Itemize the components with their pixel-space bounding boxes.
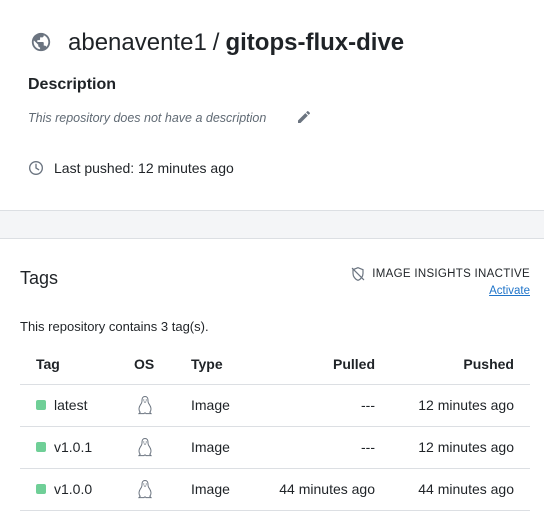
pushed-cell: 12 minutes ago [375, 384, 530, 427]
type-cell: Image [191, 426, 263, 469]
tag-cell: latest [20, 384, 118, 427]
column-header-os: OS [118, 344, 191, 385]
tag-cell: v1.0.1 [20, 426, 118, 469]
tags-table: Tag OS Type Pulled Pushed latest Image -… [20, 344, 530, 511]
os-cell [118, 468, 191, 511]
tag-name[interactable]: v1.0.1 [54, 439, 92, 455]
tag-name[interactable]: latest [54, 397, 87, 413]
repo-name: gitops-flux-dive [225, 29, 405, 56]
tags-heading: Tags [20, 268, 59, 288]
tag-name[interactable]: v1.0.0 [54, 481, 92, 497]
tag-count-text: This repository contains 3 tag(s). [20, 319, 209, 334]
pushed-cell: 12 minutes ago [375, 426, 530, 469]
edit-pencil-icon[interactable] [296, 109, 312, 125]
repository-header: abenavente1/gitops-flux-dive Description… [0, 0, 544, 211]
description-heading: Description [28, 76, 117, 93]
column-header-type: Type [191, 344, 263, 385]
table-row[interactable]: v1.0.1 Image --- 12 minutes ago [20, 426, 530, 469]
tags-card: Tags IMAGE INSIGHTS INACTIVE Activate Th… [0, 240, 544, 521]
table-row[interactable]: v1.0.0 Image 44 minutes ago 44 minutes a… [20, 468, 530, 511]
pulled-cell: --- [263, 426, 375, 469]
linux-icon [137, 479, 153, 499]
clock-icon [29, 161, 43, 175]
linux-icon [137, 437, 153, 457]
tags-table-header: Tag OS Type Pulled Pushed [20, 344, 530, 385]
tag-status-dot [36, 484, 46, 495]
os-cell [118, 426, 191, 469]
image-insights-label: IMAGE INSIGHTS INACTIVE [372, 268, 530, 280]
column-header-tag[interactable]: Tag [20, 344, 118, 385]
globe-icon [31, 32, 51, 52]
column-header-pulled[interactable]: Pulled [263, 344, 375, 385]
activate-link[interactable]: Activate [489, 285, 530, 297]
image-insights-status: IMAGE INSIGHTS INACTIVE [350, 266, 530, 282]
tag-cell: v1.0.0 [20, 468, 118, 511]
tag-status-dot [36, 400, 46, 411]
shield-off-icon [352, 267, 365, 281]
title-separator: / [212, 29, 220, 56]
table-row[interactable]: latest Image --- 12 minutes ago [20, 384, 530, 427]
pulled-cell: --- [263, 384, 375, 427]
pulled-cell: 44 minutes ago [263, 468, 375, 511]
pushed-cell: 44 minutes ago [375, 468, 530, 511]
type-cell: Image [191, 384, 263, 427]
section-divider [0, 211, 544, 239]
linux-icon [137, 395, 153, 415]
column-header-pushed[interactable]: Pushed [375, 344, 530, 385]
page-title: abenavente1/gitops-flux-dive [68, 28, 404, 58]
tag-status-dot [36, 442, 46, 453]
last-pushed: Last pushed: 12 minutes ago [54, 160, 234, 176]
os-cell [118, 384, 191, 427]
type-cell: Image [191, 468, 263, 511]
repo-owner[interactable]: abenavente1 [68, 29, 207, 56]
description-text: This repository does not have a descript… [28, 111, 267, 125]
